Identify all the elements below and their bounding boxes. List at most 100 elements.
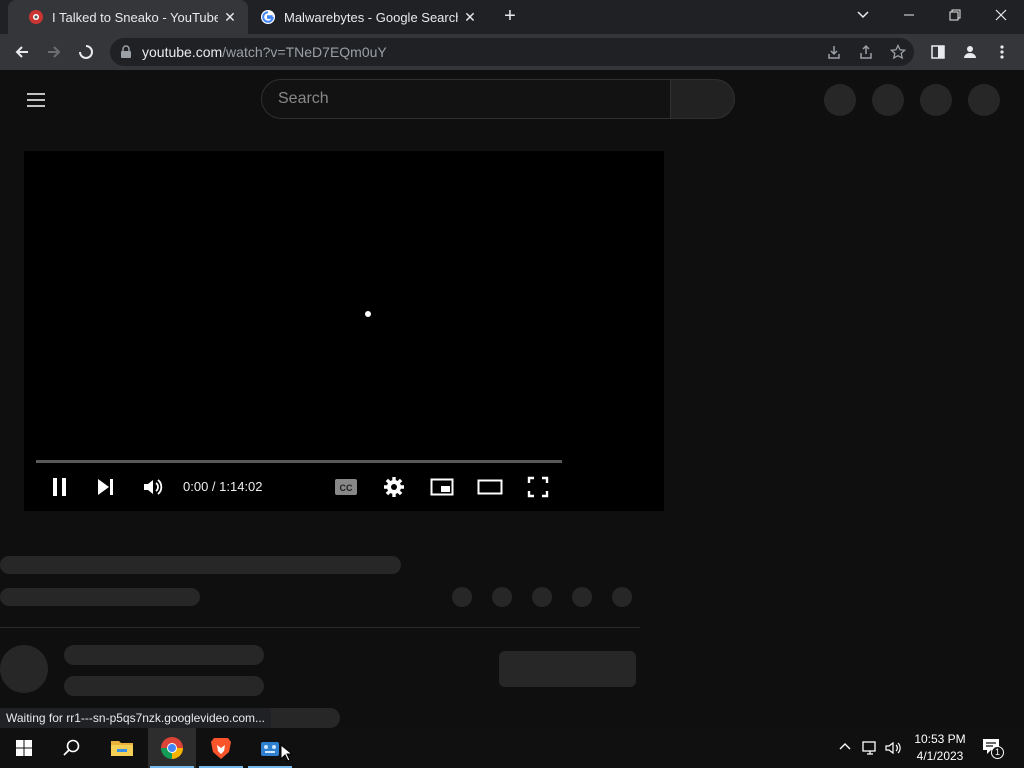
url-host: youtube.com <box>142 44 223 60</box>
chrome-icon <box>161 737 183 759</box>
search-input[interactable]: Search <box>261 79 671 119</box>
chrome-menu-button[interactable] <box>988 38 1016 66</box>
restore-icon <box>949 9 961 21</box>
forward-arrow-icon <box>48 46 61 58</box>
taskbar-search-button[interactable] <box>48 728 96 768</box>
lock-icon <box>121 45 131 58</box>
volume-tray-button[interactable] <box>885 740 903 756</box>
profile-icon <box>964 46 976 58</box>
tab-youtube[interactable]: I Talked to Sneako - YouTube ✕ <box>8 0 248 34</box>
system-clock[interactable]: 10:53 PM 4/1/2023 <box>912 731 968 765</box>
close-tab-icon[interactable]: ✕ <box>218 9 242 26</box>
search-button[interactable] <box>671 79 735 119</box>
url-text: youtube.com/watch?v=TNeD7EQm0uY <box>142 44 387 60</box>
channel-avatar-placeholder <box>0 645 48 693</box>
close-icon <box>995 9 1007 21</box>
address-bar[interactable]: youtube.com/watch?v=TNeD7EQm0uY <box>110 38 914 66</box>
back-button[interactable] <box>8 38 36 66</box>
search-placeholder: Search <box>278 90 329 107</box>
gear-icon <box>384 477 404 497</box>
install-icon <box>828 46 840 59</box>
hamburger-menu-icon <box>27 93 45 107</box>
windows-taskbar: 10:53 PM 4/1/2023 1 <box>0 728 1024 768</box>
bookmark-button[interactable] <box>884 38 912 66</box>
chevron-up-icon <box>839 743 851 750</box>
restore-button[interactable] <box>932 0 978 30</box>
minimize-button[interactable] <box>886 0 932 30</box>
video-player[interactable]: 0:00 / 1:14:02 CC <box>24 151 664 511</box>
tab-strip: I Talked to Sneako - YouTube ✕ Malwareby… <box>0 0 1024 34</box>
app-icon <box>261 742 279 756</box>
action-center-button[interactable]: 1 <box>980 736 1006 762</box>
subscribe-placeholder <box>499 651 636 687</box>
notification-count-badge: 1 <box>991 746 1004 759</box>
pause-icon <box>53 478 66 496</box>
volume-icon <box>144 479 163 495</box>
stop-loading-button[interactable] <box>72 38 100 66</box>
search-icon <box>63 739 80 756</box>
title-placeholder <box>0 556 401 574</box>
side-panel-button[interactable] <box>924 38 952 66</box>
chrome-taskbar-button[interactable] <box>148 728 196 768</box>
channel-name-placeholder <box>64 645 264 665</box>
install-app-button[interactable] <box>820 38 848 66</box>
settings-button[interactable] <box>376 473 412 501</box>
action-placeholder <box>572 587 592 607</box>
share-button[interactable] <box>852 38 880 66</box>
buffering-indicator <box>365 311 371 317</box>
youtube-favicon <box>29 10 43 24</box>
status-bar: Waiting for rr1---sn-p5qs7nzk.googlevide… <box>0 708 271 728</box>
miniplayer-button[interactable] <box>424 473 460 501</box>
action-placeholder <box>492 587 512 607</box>
show-hidden-icons-button[interactable] <box>838 740 854 756</box>
side-panel-icon <box>931 45 945 59</box>
video-progress-bar[interactable] <box>36 460 562 463</box>
clock-time: 10:53 PM <box>914 732 966 746</box>
action-placeholder <box>532 587 552 607</box>
theater-mode-button[interactable] <box>472 473 508 501</box>
masthead-placeholder-avatar <box>968 84 1000 116</box>
new-tab-button[interactable]: + <box>498 5 522 29</box>
pause-button[interactable] <box>42 473 78 501</box>
share-icon <box>860 44 872 59</box>
network-icon <box>862 741 876 755</box>
profile-button[interactable] <box>956 38 984 66</box>
theater-mode-icon <box>477 479 503 495</box>
next-button[interactable] <box>88 473 124 501</box>
mouse-cursor-icon <box>280 744 292 762</box>
kebab-menu-icon <box>1000 45 1004 59</box>
star-icon <box>890 44 906 60</box>
miniplayer-icon <box>430 478 454 496</box>
mute-button[interactable] <box>135 473 171 501</box>
time-display: 0:00 / 1:14:02 <box>183 479 263 494</box>
start-button[interactable] <box>0 728 48 768</box>
masthead-placeholder-button <box>824 84 856 116</box>
forward-button[interactable] <box>40 38 68 66</box>
file-explorer-button[interactable] <box>98 728 146 768</box>
action-placeholder <box>612 587 632 607</box>
guide-menu-button[interactable] <box>24 88 48 112</box>
action-placeholder <box>452 587 472 607</box>
channel-info-placeholder <box>64 676 264 696</box>
file-explorer-icon <box>111 741 133 756</box>
tab-title: Malwarebytes - Google Search <box>284 9 458 25</box>
back-arrow-icon <box>15 46 28 58</box>
url-path: /watch?v=TNeD7EQm0uY <box>222 44 387 60</box>
chevron-down-icon <box>857 11 869 19</box>
fullscreen-icon <box>527 476 549 498</box>
network-button[interactable] <box>862 740 880 756</box>
minimize-icon <box>904 14 914 16</box>
close-window-button[interactable] <box>978 0 1024 30</box>
windows-start-icon <box>16 740 32 756</box>
brave-taskbar-button[interactable] <box>197 728 245 768</box>
google-favicon <box>261 10 275 24</box>
browser-toolbar: youtube.com/watch?v=TNeD7EQm0uY <box>0 34 1024 70</box>
youtube-page: Search 0:00 / 1:14:02 CC Waiting for rr1… <box>0 70 1024 728</box>
close-tab-icon[interactable]: ✕ <box>458 9 482 26</box>
subtitle-placeholder <box>0 588 200 606</box>
tab-search-button[interactable] <box>840 0 886 30</box>
subtitles-button[interactable]: CC <box>328 473 364 501</box>
fullscreen-button[interactable] <box>520 473 556 501</box>
masthead-placeholder-button <box>872 84 904 116</box>
tab-google-search[interactable]: Malwarebytes - Google Search ✕ <box>248 0 488 34</box>
